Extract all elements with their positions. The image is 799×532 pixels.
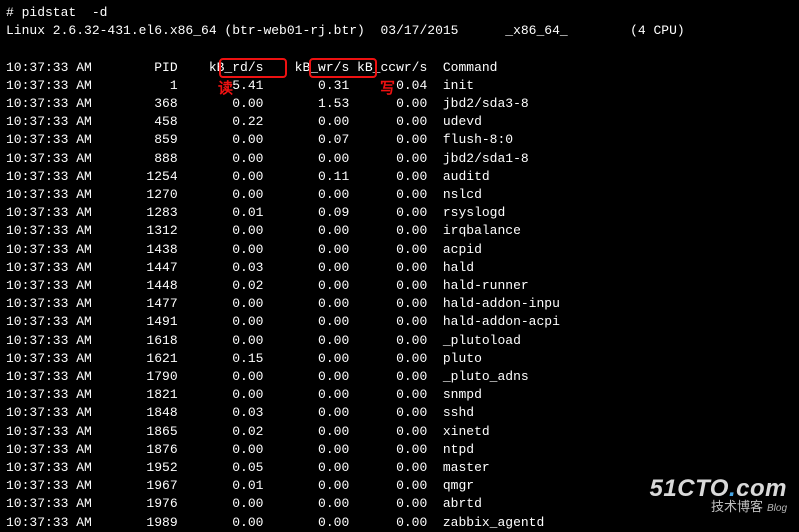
terminal-output: # pidstat -d Linux 2.6.32-431.el6.x86_64… [6, 4, 793, 532]
annotation-read: 读 [218, 80, 233, 98]
highlight-read-box [219, 58, 287, 78]
annotation-write: 写 [380, 80, 395, 98]
highlight-write-box [309, 58, 377, 78]
